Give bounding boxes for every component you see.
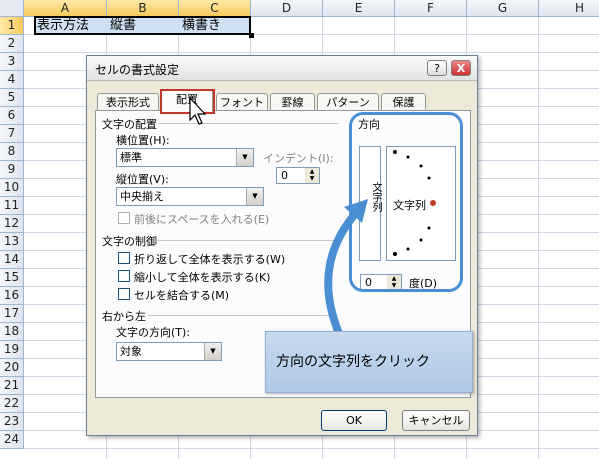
divider xyxy=(158,123,338,124)
row-header-3[interactable]: 3 xyxy=(0,53,24,71)
dropdown-arrow-icon[interactable]: ▼ xyxy=(246,188,263,205)
cancel-button[interactable]: キャンセル xyxy=(402,410,470,431)
row-header-1[interactable]: 1 xyxy=(0,17,24,35)
gridline xyxy=(538,17,539,459)
divider xyxy=(148,315,338,316)
tab-font[interactable]: フォント xyxy=(216,93,268,111)
dialog-titlebar: セルの書式設定 ? X xyxy=(87,56,477,81)
row-header-11[interactable]: 11 xyxy=(0,197,24,215)
selection-outline xyxy=(34,16,251,35)
column-header-a[interactable]: A xyxy=(24,0,107,17)
fill-handle[interactable] xyxy=(249,33,254,38)
row-header-12[interactable]: 12 xyxy=(0,215,24,233)
gridline xyxy=(24,448,599,449)
column-header-b[interactable]: B xyxy=(107,0,179,17)
wrap-checkbox[interactable] xyxy=(118,252,130,264)
shrink-checkbox[interactable] xyxy=(118,270,130,282)
gridline xyxy=(24,52,599,53)
direction-select[interactable]: 対象 ▼ xyxy=(116,342,222,361)
row-header-21[interactable]: 21 xyxy=(0,377,24,395)
close-button[interactable]: X xyxy=(451,60,471,76)
direction-label: 文字の方向(T): xyxy=(116,326,191,339)
text-control-heading: 文字の制御 xyxy=(102,235,157,248)
ok-button[interactable]: OK xyxy=(321,410,387,431)
row-header-2[interactable]: 2 xyxy=(0,35,24,53)
help-button[interactable]: ? xyxy=(427,60,447,76)
wrap-label: 折り返して全体を表示する(W) xyxy=(134,253,286,266)
row-header-8[interactable]: 8 xyxy=(0,143,24,161)
vertical-value: 中央揃え xyxy=(120,190,164,203)
tab-protection[interactable]: 保護 xyxy=(381,93,426,111)
dialog-title: セルの書式設定 xyxy=(95,63,180,77)
tab-patterns[interactable]: パターン xyxy=(317,93,379,111)
direction-value: 対象 xyxy=(120,345,142,358)
row-header-20[interactable]: 20 xyxy=(0,359,24,377)
row-header-23[interactable]: 23 xyxy=(0,413,24,431)
tab-number[interactable]: 表示形式 xyxy=(97,93,159,111)
justify-distributed-checkbox[interactable] xyxy=(118,212,130,224)
row-header-9[interactable]: 9 xyxy=(0,161,24,179)
row-header-7[interactable]: 7 xyxy=(0,125,24,143)
callout-text: 方向の文字列をクリック xyxy=(276,354,430,370)
divider xyxy=(158,240,338,241)
row-header-15[interactable]: 15 xyxy=(0,269,24,287)
column-header-g[interactable]: G xyxy=(467,0,539,17)
row-header-18[interactable]: 18 xyxy=(0,323,24,341)
indent-spinner[interactable]: 0 ▲ ▼ xyxy=(276,167,320,184)
row-header-14[interactable]: 14 xyxy=(0,251,24,269)
merge-label: セルを結合する(M) xyxy=(134,289,230,302)
row-header-6[interactable]: 6 xyxy=(0,107,24,125)
row-header-13[interactable]: 13 xyxy=(0,233,24,251)
row-header-10[interactable]: 10 xyxy=(0,179,24,197)
select-all-corner[interactable] xyxy=(0,0,24,17)
horizontal-value: 標準 xyxy=(120,151,142,164)
text-alignment-heading: 文字の配置 xyxy=(102,118,157,131)
mouse-pointer-icon xyxy=(189,96,206,125)
horizontal-label: 横位置(H): xyxy=(116,134,170,147)
indent-value: 0 xyxy=(281,169,288,182)
dropdown-arrow-icon[interactable]: ▼ xyxy=(204,343,221,360)
horizontal-select[interactable]: 標準 ▼ xyxy=(116,148,254,167)
shrink-label: 縮小して全体を表示する(K) xyxy=(134,271,271,284)
callout-arrow-icon xyxy=(324,199,368,335)
tab-border[interactable]: 罫線 xyxy=(270,93,315,111)
spin-arrows-icon[interactable]: ▲ ▼ xyxy=(305,168,319,183)
instruction-callout: 方向の文字列をクリック xyxy=(265,331,473,393)
row-header-17[interactable]: 17 xyxy=(0,305,24,323)
justify-distributed-label: 前後にスペースを入れる(E) xyxy=(134,213,270,226)
dropdown-arrow-icon[interactable]: ▼ xyxy=(236,149,253,166)
merge-checkbox[interactable] xyxy=(118,288,130,300)
indent-label: インデント(I): xyxy=(263,152,334,165)
column-header-e[interactable]: E xyxy=(323,0,395,17)
row-header-5[interactable]: 5 xyxy=(0,89,24,107)
vertical-label: 縦位置(V): xyxy=(116,173,169,186)
row-header-22[interactable]: 22 xyxy=(0,395,24,413)
row-header-4[interactable]: 4 xyxy=(0,71,24,89)
row-header-16[interactable]: 16 xyxy=(0,287,24,305)
vertical-select[interactable]: 中央揃え ▼ xyxy=(116,187,264,206)
column-header-d[interactable]: D xyxy=(251,0,323,17)
column-header-c[interactable]: C xyxy=(179,0,251,17)
column-header-h[interactable]: H xyxy=(539,0,599,17)
row-header-19[interactable]: 19 xyxy=(0,341,24,359)
rtl-heading: 右から左 xyxy=(102,310,146,323)
row-header-24[interactable]: 24 xyxy=(0,431,24,449)
column-header-f[interactable]: F xyxy=(395,0,467,17)
